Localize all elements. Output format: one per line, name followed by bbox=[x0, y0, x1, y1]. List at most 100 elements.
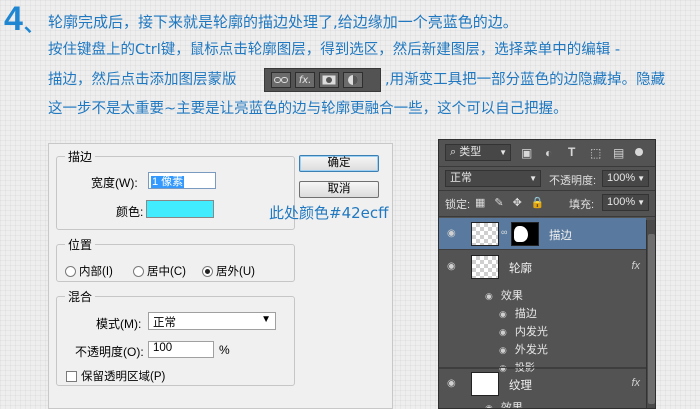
instruction-line-2: 按住键盘上的Ctrl键，鼠标点击轮廓图层，得到选区，然后新建图层，选择菜单中的编… bbox=[48, 42, 621, 58]
adjustment-filter-icon[interactable]: ◐ bbox=[545, 146, 552, 160]
lock-all-icon[interactable]: 🔒 bbox=[531, 196, 545, 209]
color-swatch[interactable] bbox=[146, 200, 214, 218]
layer-row-stroke[interactable]: ◉ ∞ 描边 bbox=[439, 218, 646, 250]
blend-group-title: 混合 bbox=[68, 290, 93, 304]
opacity-unit: % bbox=[219, 343, 230, 357]
width-value: 1 像素 bbox=[151, 176, 185, 188]
effect-eye-icon[interactable]: ◉ bbox=[499, 327, 507, 337]
layer-filter-value: 类型 bbox=[459, 146, 482, 158]
fx-icon[interactable]: fx bbox=[631, 260, 640, 272]
layer-name: 描边 bbox=[549, 230, 572, 242]
search-icon: ⌕ bbox=[450, 146, 460, 158]
lock-transparent-icon[interactable]: ▦ bbox=[475, 196, 485, 209]
smart-object-filter-icon[interactable]: ▤ bbox=[613, 146, 624, 160]
divider bbox=[439, 166, 655, 167]
layers-panel: ⌕ 类型 ▼ ▣ ◐ T ⬚ ▤ 正常 ▼ 不透明度: 100% ▼ 锁定: ▦… bbox=[438, 139, 656, 409]
color-note: 此处颜色#42ecff bbox=[269, 204, 389, 222]
shape-filter-icon[interactable]: ⬚ bbox=[590, 146, 601, 160]
position-outside-label: 居外(U) bbox=[216, 266, 255, 278]
fx-icon[interactable]: fx bbox=[631, 377, 640, 389]
width-input[interactable]: 1 像素 bbox=[148, 172, 216, 189]
dropdown-arrow-icon: ▼ bbox=[529, 174, 537, 183]
layer-thumbnail bbox=[471, 255, 499, 279]
checkbox-icon bbox=[66, 370, 77, 382]
radio-selected-icon bbox=[202, 265, 213, 277]
effect-eye-icon[interactable]: ◉ bbox=[499, 345, 507, 355]
layers-scrollbar[interactable] bbox=[646, 220, 655, 408]
preserve-transparency-label: 保留透明区域(P) bbox=[81, 371, 166, 383]
layer-thumbnail bbox=[471, 222, 499, 246]
mode-value: 正常 bbox=[153, 317, 176, 329]
lock-move-icon[interactable]: ✥ bbox=[513, 196, 522, 209]
layer-toolbar-image: fx. bbox=[264, 68, 381, 92]
layer-name: 纹理 bbox=[509, 380, 532, 392]
ok-button[interactable]: 确定 bbox=[299, 155, 379, 172]
fill-value: 100% bbox=[607, 196, 636, 208]
panel-opacity-value: 100% bbox=[607, 172, 636, 184]
preserve-transparency-checkbox[interactable]: 保留透明区域(P) bbox=[66, 368, 165, 384]
blend-mode-dropdown[interactable]: 正常 ▼ bbox=[445, 170, 541, 187]
visibility-eye-icon[interactable]: ◉ bbox=[447, 378, 456, 389]
layer-name: 轮廓 bbox=[509, 263, 532, 275]
opacity-input[interactable]: 100 bbox=[148, 341, 214, 358]
lock-paint-icon[interactable]: ✎ bbox=[494, 196, 503, 209]
layer-row-texture[interactable]: ◉ 纹理 fx ◉ 效果 bbox=[439, 367, 646, 409]
divider bbox=[439, 190, 655, 191]
visibility-eye-icon[interactable]: ◉ bbox=[447, 228, 456, 239]
fill-label: 填充: bbox=[569, 199, 595, 211]
radio-circle-icon bbox=[133, 265, 144, 277]
position-inside-radio[interactable]: 内部(I) bbox=[65, 263, 113, 279]
adjustment-layer-icon bbox=[343, 72, 363, 88]
effect-name: 外发光 bbox=[514, 344, 548, 356]
layer-filter-row: ⌕ 类型 ▼ ▣ ◐ T ⬚ ▤ bbox=[439, 144, 655, 164]
instruction-line-4: 这一步不是太重要~主要是让亮蓝色的边与轮廓更融合一些，这个可以自己把握。 bbox=[48, 101, 568, 117]
effect-stroke[interactable]: ◉ 描边 bbox=[499, 305, 537, 321]
effect-name: 描边 bbox=[514, 308, 537, 320]
stroke-group-title: 描边 bbox=[68, 150, 93, 164]
effect-inner-glow[interactable]: ◉ 内发光 bbox=[499, 323, 548, 339]
pixel-layer-filter-icon[interactable]: ▣ bbox=[521, 146, 532, 160]
cancel-button[interactable]: 取消 bbox=[299, 181, 379, 198]
effect-name: 内发光 bbox=[514, 326, 548, 338]
panel-opacity-input[interactable]: 100% ▼ bbox=[602, 170, 649, 187]
opacity-label: 不透明度(O): bbox=[75, 345, 144, 359]
effects-label: 效果 bbox=[500, 402, 523, 409]
fill-input[interactable]: 100% ▼ bbox=[602, 194, 649, 211]
effects-label: 效果 bbox=[500, 290, 523, 302]
instruction-line-1: 轮廓完成后，接下来就是轮廓的描边处理了,给边缘加一个亮蓝色的边。 bbox=[48, 13, 518, 31]
color-label: 颜色: bbox=[116, 205, 144, 219]
add-mask-icon bbox=[319, 72, 339, 88]
layer-mask-thumbnail[interactable] bbox=[511, 222, 539, 246]
scrollbar-thumb[interactable] bbox=[648, 234, 655, 404]
lock-options: ▦ ✎ ✥ 🔒 bbox=[475, 196, 545, 209]
layer-filter-dropdown[interactable]: ⌕ 类型 ▼ bbox=[445, 144, 511, 161]
effects-list-item[interactable]: ◉ 效果 bbox=[485, 287, 523, 303]
instruction-line-3b: ,用渐变工具把一部分蓝色的边隐藏掉。隐藏 bbox=[385, 72, 666, 88]
type-filter-icon[interactable]: T bbox=[568, 145, 575, 159]
layer-row-outline[interactable]: ◉ 轮廓 fx ◉ 效果 ◉ 描边 ◉ 内发光 ◉ 外发光 ◉ 投影 bbox=[439, 251, 646, 374]
fx-icon: fx. bbox=[295, 72, 315, 88]
width-label: 宽度(W): bbox=[91, 176, 138, 190]
effects-list-item[interactable]: ◉ 效果 bbox=[485, 399, 523, 409]
position-outside-radio[interactable]: 居外(U) bbox=[202, 263, 255, 279]
filter-toggle-icon[interactable] bbox=[635, 148, 643, 156]
visibility-eye-icon[interactable]: ◉ bbox=[447, 261, 456, 272]
position-center-radio[interactable]: 居中(C) bbox=[133, 263, 186, 279]
dropdown-arrow-icon: ▼ bbox=[499, 148, 507, 157]
layer-thumbnail bbox=[471, 372, 499, 396]
dropdown-arrow-icon: ▼ bbox=[637, 174, 645, 183]
dropdown-arrow-icon: ▼ bbox=[261, 314, 271, 325]
position-group-title: 位置 bbox=[68, 238, 93, 252]
effect-outer-glow[interactable]: ◉ 外发光 bbox=[499, 341, 548, 357]
divider bbox=[439, 216, 655, 217]
position-center-label: 居中(C) bbox=[147, 266, 186, 278]
stroke-dialog: 描边 宽度(W): 1 像素 颜色: 此处颜色#42ecff 位置 内部(I) … bbox=[48, 143, 393, 409]
instruction-line-3a: 描边，然后点击添加图层蒙版 bbox=[48, 72, 237, 88]
effect-eye-icon[interactable]: ◉ bbox=[485, 291, 493, 301]
effect-eye-icon[interactable]: ◉ bbox=[499, 309, 507, 319]
mode-label: 模式(M): bbox=[96, 317, 142, 331]
position-inside-label: 内部(I) bbox=[79, 266, 113, 278]
link-icon: ∞ bbox=[501, 227, 508, 237]
effect-eye-icon[interactable]: ◉ bbox=[485, 403, 493, 408]
mode-select[interactable]: 正常 ▼ bbox=[148, 312, 276, 330]
